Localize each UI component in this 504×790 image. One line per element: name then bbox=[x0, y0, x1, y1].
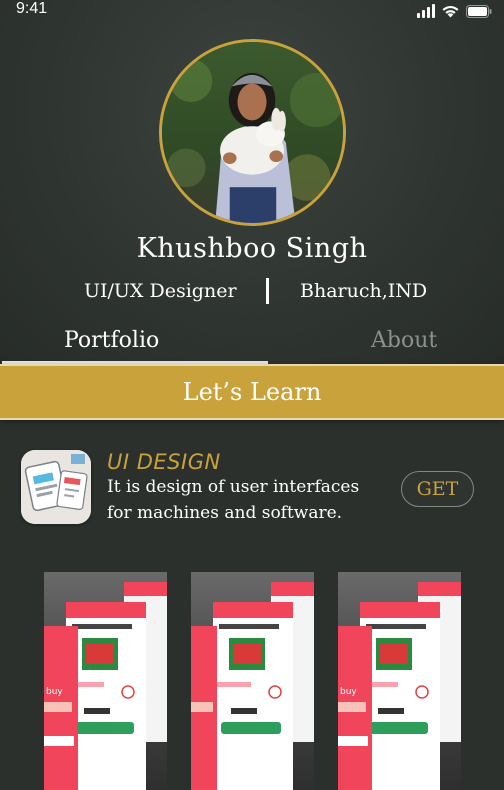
course-title: UI DESIGN bbox=[107, 450, 221, 474]
preview-side-text: buy bbox=[46, 687, 63, 697]
course-description-line-2: for machines and software. bbox=[107, 503, 343, 523]
profile-name: Khushboo Singh bbox=[136, 233, 368, 264]
status-bar: 9:41 bbox=[0, 0, 504, 24]
signal-icon bbox=[417, 4, 435, 18]
profile-role: UI/UX Designer bbox=[84, 280, 237, 302]
battery-icon bbox=[466, 5, 492, 18]
profile-tabs: Portfolio About bbox=[0, 326, 504, 364]
status-icons bbox=[417, 4, 492, 18]
profile-photo bbox=[162, 42, 343, 223]
meta-divider bbox=[266, 278, 269, 304]
portfolio-preview-3[interactable]: buy bbox=[338, 572, 461, 790]
preview-side-text: buy bbox=[340, 687, 357, 697]
course-description-line-1: It is design of user interfaces bbox=[107, 477, 360, 497]
course-card: UI DESIGN It is design of user interface… bbox=[0, 440, 504, 540]
wifi-icon bbox=[441, 4, 460, 18]
tab-about[interactable]: About bbox=[371, 328, 437, 353]
profile-meta: UI/UX Designer Bharuch,IND bbox=[0, 278, 504, 308]
course-thumbnail[interactable] bbox=[21, 450, 91, 524]
tab-portfolio[interactable]: Portfolio bbox=[64, 328, 159, 353]
get-button[interactable]: GET bbox=[401, 471, 474, 507]
app-mockup-image bbox=[191, 582, 314, 790]
portfolio-preview-1[interactable]: buy bbox=[44, 572, 167, 790]
portfolio-previews: buy buy bbox=[0, 572, 504, 790]
wireframe-sketch-icon bbox=[21, 450, 91, 524]
profile-avatar[interactable] bbox=[159, 39, 346, 226]
lets-learn-banner[interactable]: Let’s Learn bbox=[0, 364, 504, 420]
course-description: It is design of user interfaces for mach… bbox=[107, 474, 387, 526]
status-time: 9:41 bbox=[16, 0, 48, 17]
lets-learn-label: Let’s Learn bbox=[182, 378, 322, 406]
app-mockup-image: buy bbox=[44, 582, 167, 790]
app-mockup-image: buy bbox=[338, 582, 461, 790]
profile-location: Bharuch,IND bbox=[300, 280, 428, 302]
portfolio-preview-2[interactable] bbox=[191, 572, 314, 790]
